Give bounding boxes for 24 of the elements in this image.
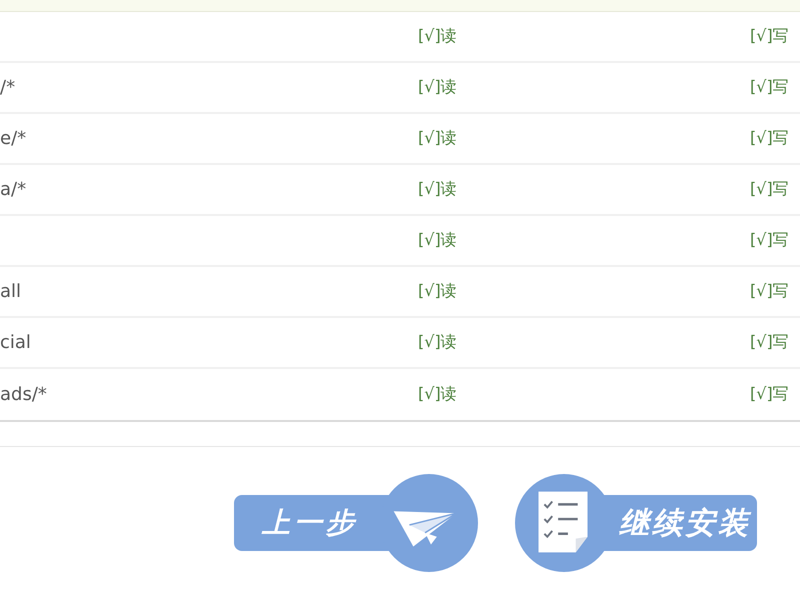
read-permission-cell: [√]读 [418, 128, 457, 147]
write-permission-cell: [√]写 [750, 230, 789, 249]
path-cell-text: all [0, 281, 22, 302]
path-cell-text: e/* [0, 128, 28, 149]
write-permission-cell: [√]写 [750, 179, 789, 198]
previous-step-button[interactable]: 上一步 [234, 474, 478, 572]
path-cell-text: /* [0, 77, 16, 98]
read-permission-cell: [√]读 [418, 281, 457, 300]
write-permission-cell: [√]写 [750, 26, 789, 45]
continue-install-button[interactable]: 继续安装 [515, 474, 757, 572]
read-permission-cell: [√]读 [418, 332, 457, 351]
write-permission-cell: [√]写 [750, 281, 789, 300]
read-permission-cell: [√]读 [418, 230, 457, 249]
write-permission-cell: [√]写 [750, 128, 789, 147]
read-permission-cell: [√]读 [418, 77, 457, 96]
read-permission-cell: [√]读 [418, 26, 457, 45]
write-permission-cell: [√]写 [750, 384, 789, 403]
read-permission-cell: [√]读 [418, 384, 457, 403]
path-cell-text: ads/* [0, 384, 48, 405]
write-permission-cell: [√]写 [750, 77, 789, 96]
write-permission-cell: [√]写 [750, 332, 789, 351]
path-cell-text: a/* [0, 179, 28, 200]
path-cell-text: cial [0, 332, 32, 353]
read-permission-cell: [√]读 [418, 179, 457, 198]
